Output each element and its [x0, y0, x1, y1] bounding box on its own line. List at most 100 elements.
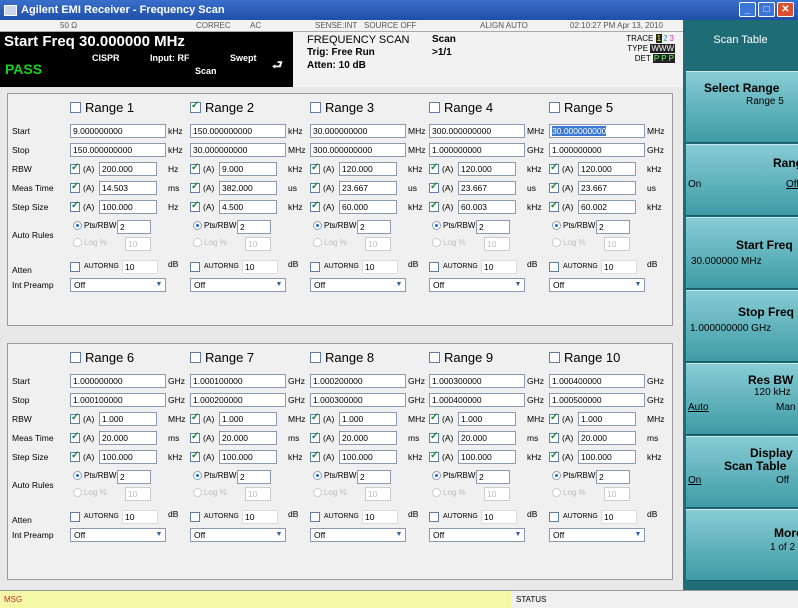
range-4-log-option[interactable]: Log % — [432, 238, 466, 247]
range-7-meas-field[interactable]: 20.000 — [219, 431, 277, 445]
maximize-button[interactable]: □ — [758, 2, 775, 17]
range-4-step-auto-checkbox[interactable] — [429, 200, 439, 212]
res-bw-softkey[interactable]: Res BW 120 kHz Auto Man — [686, 363, 798, 435]
range-4-enable-checkbox[interactable] — [429, 102, 440, 113]
range-9-meas-auto-checkbox[interactable] — [429, 431, 439, 443]
range-10-rbw-auto-checkbox[interactable] — [549, 412, 559, 424]
range-5-log-option[interactable]: Log % — [552, 238, 586, 247]
range-2-stop-field[interactable]: 30.000000000 — [190, 143, 286, 157]
range-4-pts-rbw-radio[interactable] — [432, 221, 441, 230]
range-3-enable-checkbox[interactable] — [310, 102, 321, 113]
range-2-pts-rbw-radio[interactable] — [193, 221, 202, 230]
range-2-autorng-checkbox[interactable] — [190, 262, 200, 272]
range-5-rbw-field[interactable]: 120.000 — [578, 162, 636, 176]
range-10-preamp-dropdown[interactable]: Off ▼ — [549, 528, 645, 542]
range-9-log-option[interactable]: Log % — [432, 488, 466, 497]
range-10-pts-rbw-field[interactable]: 2 — [596, 470, 630, 484]
range-2-step-auto-checkbox[interactable] — [190, 200, 200, 212]
range-8-stop-field[interactable]: 1.000300000 — [310, 393, 406, 407]
range-9-log-field[interactable]: 10 — [484, 487, 510, 501]
range-5-meas-auto-checkbox[interactable] — [549, 181, 559, 193]
range-6-enable-checkbox[interactable] — [70, 352, 81, 363]
minimize-button[interactable]: _ — [739, 2, 756, 17]
stop-freq-softkey[interactable]: Stop Freq 1.000000000 GHz — [686, 290, 798, 362]
range-10-start-field[interactable]: 1.000400000 — [549, 374, 645, 388]
range-9-stop-field[interactable]: 1.000400000 — [429, 393, 525, 407]
range-5-pts-rbw-radio[interactable] — [552, 221, 561, 230]
range-1-atten-field[interactable]: 10 — [122, 260, 158, 274]
range-5-pts-rbw-field[interactable]: 2 — [596, 220, 630, 234]
range-6-preamp-dropdown[interactable]: Off ▼ — [70, 528, 166, 542]
more-softkey[interactable]: More 1 of 2 — [686, 509, 798, 581]
range-6-step-field[interactable]: 100.000 — [99, 450, 157, 464]
range-4-meas-field[interactable]: 23.667 — [458, 181, 516, 195]
return-icon[interactable]: ⮐ — [272, 56, 283, 77]
close-button[interactable]: ✕ — [777, 2, 794, 17]
start-freq-banner[interactable]: Start Freq 30.000000 MHz PASS CISPR Inpu… — [0, 32, 293, 87]
range-2-log-option[interactable]: Log % — [193, 238, 227, 247]
range-3-step-field[interactable]: 60.000 — [339, 200, 397, 214]
range-5-atten-field[interactable]: 10 — [601, 260, 637, 274]
range-2-atten-field[interactable]: 10 — [242, 260, 278, 274]
range-3-log-field[interactable]: 10 — [365, 237, 391, 251]
range-1-log-radio[interactable] — [73, 238, 82, 247]
range-9-pts-rbw-option[interactable]: Pts/RBW — [432, 471, 475, 480]
range-9-enable-checkbox[interactable] — [429, 352, 440, 363]
range-6-pts-rbw-option[interactable]: Pts/RBW — [73, 471, 116, 480]
range-2-rbw-field[interactable]: 9.000 — [219, 162, 277, 176]
range-6-atten-field[interactable]: 10 — [122, 510, 158, 524]
range-8-log-option[interactable]: Log % — [313, 488, 347, 497]
range-10-log-field[interactable]: 10 — [604, 487, 630, 501]
range-8-pts-rbw-field[interactable]: 2 — [357, 470, 391, 484]
range-5-meas-field[interactable]: 23.667 — [578, 181, 636, 195]
range-4-stop-field[interactable]: 1.000000000 — [429, 143, 525, 157]
range-7-rbw-auto-checkbox[interactable] — [190, 412, 200, 424]
range-7-step-auto-checkbox[interactable] — [190, 450, 200, 462]
range-1-step-auto-checkbox[interactable] — [70, 200, 80, 212]
range-5-pts-rbw-option[interactable]: Pts/RBW — [552, 221, 595, 230]
range-7-pts-rbw-option[interactable]: Pts/RBW — [193, 471, 236, 480]
range-8-rbw-auto-checkbox[interactable] — [310, 412, 320, 424]
range-4-meas-auto-checkbox[interactable] — [429, 181, 439, 193]
range-6-pts-rbw-radio[interactable] — [73, 471, 82, 480]
range-9-start-field[interactable]: 1.000300000 — [429, 374, 525, 388]
range-3-rbw-field[interactable]: 120.000 — [339, 162, 397, 176]
range-10-step-field[interactable]: 100.000 — [578, 450, 636, 464]
range-8-log-field[interactable]: 10 — [365, 487, 391, 501]
range-10-pts-rbw-option[interactable]: Pts/RBW — [552, 471, 595, 480]
range-2-enable-checkbox[interactable] — [190, 100, 201, 113]
range-5-rbw-auto-checkbox[interactable] — [549, 162, 559, 174]
range-3-atten-field[interactable]: 10 — [362, 260, 398, 274]
range-10-log-option[interactable]: Log % — [552, 488, 586, 497]
range-2-preamp-dropdown[interactable]: Off ▼ — [190, 278, 286, 292]
range-3-step-auto-checkbox[interactable] — [310, 200, 320, 212]
range-3-meas-auto-checkbox[interactable] — [310, 181, 320, 193]
range-5-stop-field[interactable]: 1.000000000 — [549, 143, 645, 157]
range-7-log-radio[interactable] — [193, 488, 202, 497]
range-4-pts-rbw-field[interactable]: 2 — [476, 220, 510, 234]
range-softkey[interactable]: Range On Off — [686, 144, 798, 216]
range-3-log-option[interactable]: Log % — [313, 238, 347, 247]
range-6-start-field[interactable]: 1.000000000 — [70, 374, 166, 388]
range-7-log-option[interactable]: Log % — [193, 488, 227, 497]
range-5-step-auto-checkbox[interactable] — [549, 200, 559, 212]
range-9-atten-field[interactable]: 10 — [481, 510, 517, 524]
range-2-log-field[interactable]: 10 — [245, 237, 271, 251]
select-range-softkey[interactable]: Select Range Range 5 — [686, 71, 798, 143]
range-7-meas-auto-checkbox[interactable] — [190, 431, 200, 443]
range-7-preamp-dropdown[interactable]: Off ▼ — [190, 528, 286, 542]
range-3-pts-rbw-option[interactable]: Pts/RBW — [313, 221, 356, 230]
range-6-autorng-checkbox[interactable] — [70, 512, 80, 522]
range-9-preamp-dropdown[interactable]: Off ▼ — [429, 528, 525, 542]
range-9-pts-rbw-field[interactable]: 2 — [476, 470, 510, 484]
range-6-rbw-auto-checkbox[interactable] — [70, 412, 80, 424]
range-2-meas-auto-checkbox[interactable] — [190, 181, 200, 193]
range-2-pts-rbw-field[interactable]: 2 — [237, 220, 271, 234]
range-5-start-field[interactable]: 30.000000000 — [549, 124, 645, 138]
range-10-log-radio[interactable] — [552, 488, 561, 497]
range-4-atten-field[interactable]: 10 — [481, 260, 517, 274]
range-7-atten-field[interactable]: 10 — [242, 510, 278, 524]
range-7-rbw-field[interactable]: 1.000 — [219, 412, 277, 426]
range-7-pts-rbw-field[interactable]: 2 — [237, 470, 271, 484]
range-10-meas-field[interactable]: 20.000 — [578, 431, 636, 445]
